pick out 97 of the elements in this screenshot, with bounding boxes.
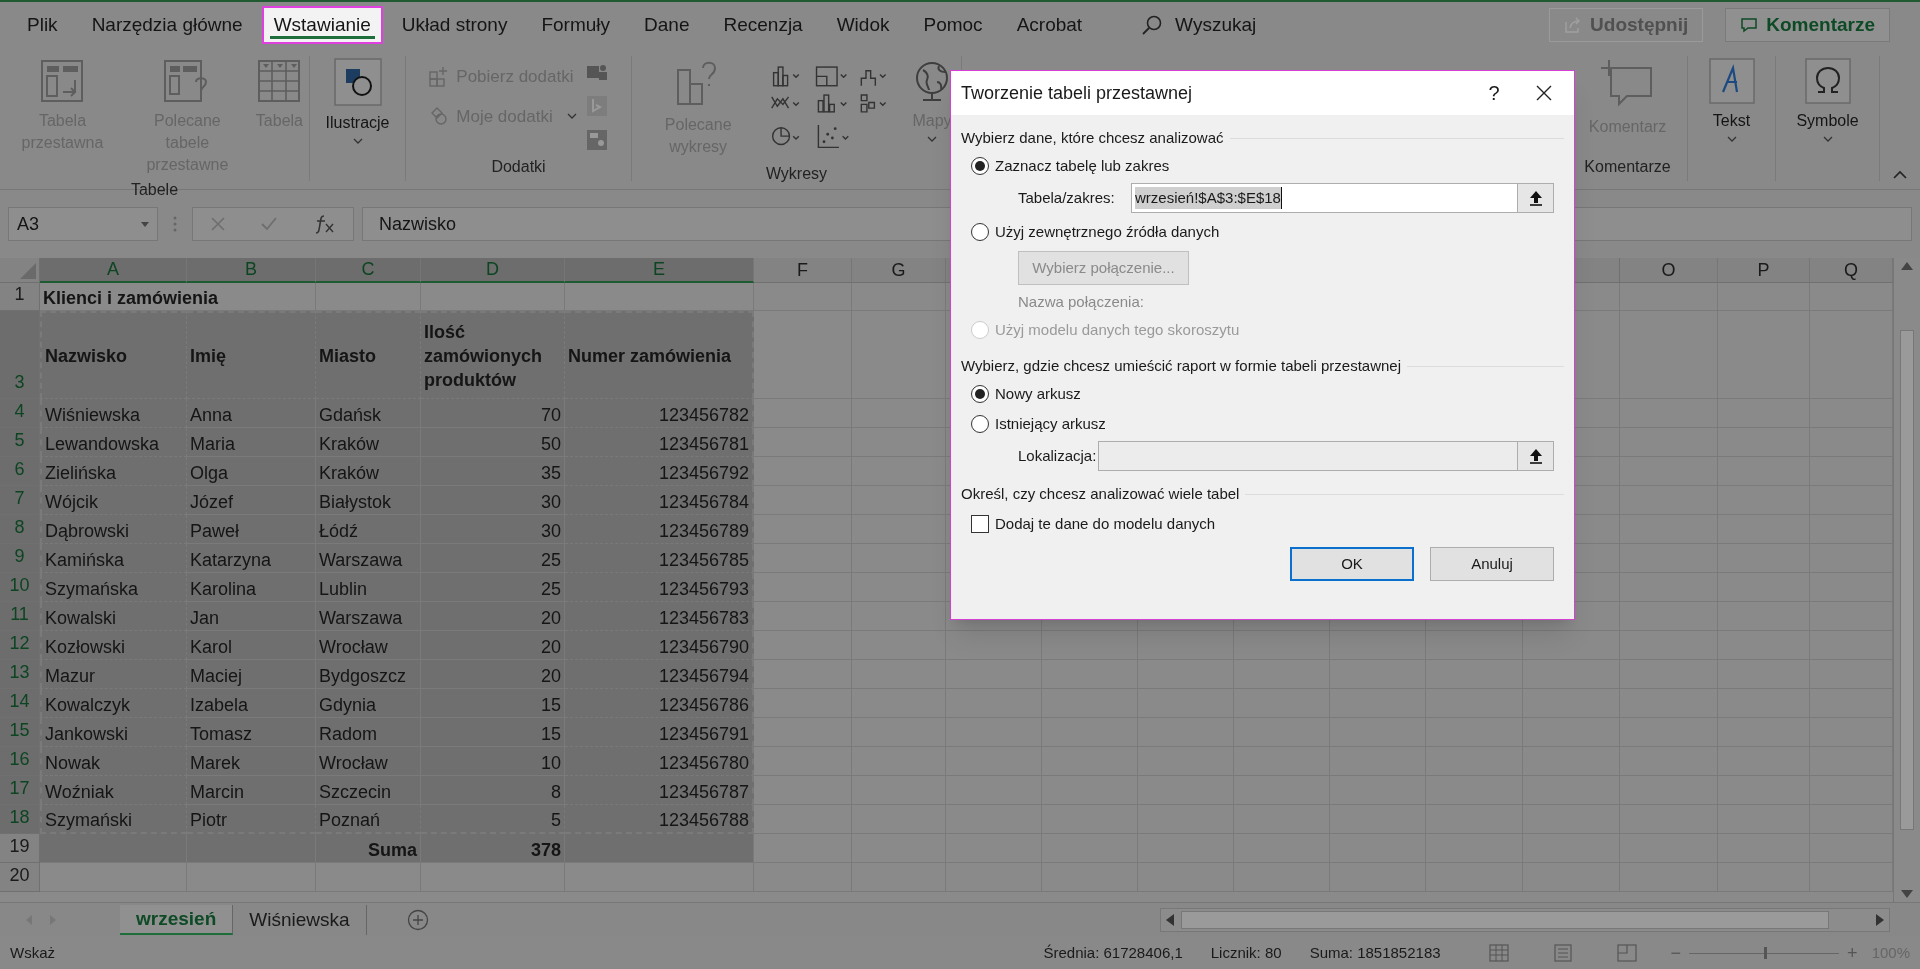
table-cell: Wrocław [316,631,421,660]
table-cell: 25 [421,573,565,602]
status-stat: Średnia: 61728406,1 [1043,942,1183,963]
table-cell: Miasto [316,311,421,399]
table-cell: Kraków [316,428,421,457]
table-cell: Karol [187,631,316,660]
table-cell: Poznań [316,805,421,834]
table-cell: Wrocław [316,747,421,776]
table-cell: Nowak [40,747,187,776]
table-cell: Marcin [187,776,316,805]
table-cell: Lewandowska [40,428,187,457]
table-cell: Jankowski [40,718,187,747]
table-cell: Olga [187,457,316,486]
table-cell: Karolina [187,573,316,602]
table-cell: Piotr [187,805,316,834]
table-cell: Nazwisko [40,311,187,399]
table-cell: Kozłowski [40,631,187,660]
table-cell: Kowalski [40,602,187,631]
section-heading: Określ, czy chcesz analizować wiele tabel [961,483,1240,504]
table-cell: Anna [187,399,316,428]
group-label: Tabele [129,180,180,200]
table-cell: 123456788 [565,805,754,834]
table-cell: Imię [187,311,316,399]
table-cell: 123456780 [565,747,754,776]
table-cell: Warszawa [316,602,421,631]
table-cell: Łódź [316,515,421,544]
table-cell: Szymańska [40,573,187,602]
table-cell: 123456792 [565,457,754,486]
table-cell: 123456783 [565,602,754,631]
table-cell: 5 [421,805,565,834]
table-cell: Bydgoszcz [316,660,421,689]
table-cell: 123456793 [565,573,754,602]
status-mode: Wskaż [10,942,55,963]
table-cell: Białystok [316,486,421,515]
table-cell: Katarzyna [187,544,316,573]
connection-name-label: Nazwa połączenia: [1018,292,1144,312]
table-cell: Suma [316,834,421,863]
table-cell: 123456790 [565,631,754,660]
table-cell: 10 [421,747,565,776]
table-cell: 123456794 [565,660,754,689]
table-cell: Zielińska [40,457,187,486]
table-cell: Woźniak [40,776,187,805]
table-cell: Gdynia [316,689,421,718]
group-label: Dodatki [490,157,547,177]
group-label: Wykresy [764,164,829,184]
table-cell: Tomasz [187,718,316,747]
table-cell: Radom [316,718,421,747]
table-cell: Warszawa [316,544,421,573]
status-stat: Licznik: 80 [1210,942,1282,963]
table-cell: 123456781 [565,428,754,457]
table-cell: 20 [421,660,565,689]
table-cell: Wójcik [40,486,187,515]
table-cell: 123456784 [565,486,754,515]
table-cell: Maria [187,428,316,457]
table-cell: 123456785 [565,544,754,573]
table-cell: Maciej [187,660,316,689]
table-cell: Józef [187,486,316,515]
field-label: Lokalizacja: [1018,445,1098,466]
table-cell: Kamińska [40,544,187,573]
field-label: Tabela/zakres: [1018,187,1116,208]
table-cell: Mazur [40,660,187,689]
table-cell: Dąbrowski [40,515,187,544]
table-cell: Kowalczyk [40,689,187,718]
table-cell: Numer zamówienia [565,311,754,399]
table-cell: 123456789 [565,515,754,544]
table-cell: 20 [421,631,565,660]
table-cell: Szymański [40,805,187,834]
table-cell: 123456791 [565,718,754,747]
table-cell: Kraków [316,457,421,486]
table-cell: 30 [421,486,565,515]
table-cell: 123456787 [565,776,754,805]
table-cell: Szczecin [316,776,421,805]
table-cell: 123456786 [565,689,754,718]
status-stat: Suma: 1851852183 [1309,942,1441,963]
table-cell: Marek [187,747,316,776]
group-label: Komentarze [1583,157,1672,177]
table-cell: 15 [421,718,565,747]
table-cell: 8 [421,776,565,805]
table-cell: 30 [421,515,565,544]
table-cell: Jan [187,602,316,631]
table-cell: 15 [421,689,565,718]
table-cell: 378 [421,834,565,863]
section-heading: Wybierz, gdzie chcesz umieścić raport w formie tabeli przestawnej [961,355,1402,376]
table-cell: Lublin [316,573,421,602]
table-cell: 20 [421,602,565,631]
table-cell: Ilość zamówionych produktów [421,311,565,399]
table-cell: 70 [421,399,565,428]
section-heading: Wybierz dane, które chcesz analizować [961,127,1224,148]
table-cell: 25 [421,544,565,573]
table-cell: Paweł [187,515,316,544]
table-cell: Wiśniewska [40,399,187,428]
table-cell: Gdańsk [316,399,421,428]
table-cell: Izabela [187,689,316,718]
table-cell: 50 [421,428,565,457]
table-cell: 35 [421,457,565,486]
table-cell: 123456782 [565,399,754,428]
dialog-title: Tworzenie tabeli przestawnej [961,81,1194,105]
